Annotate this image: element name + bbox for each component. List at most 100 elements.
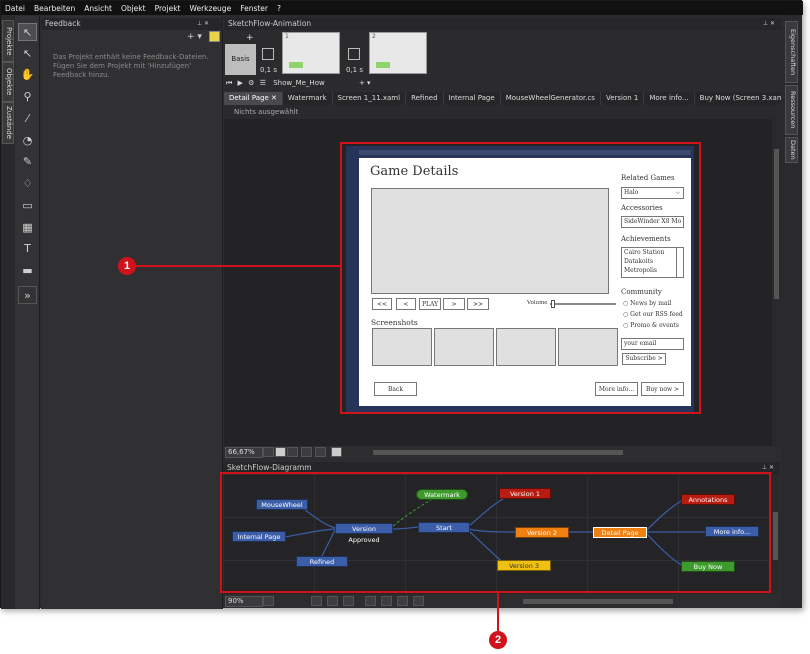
scroll-thumb[interactable] (773, 512, 778, 560)
zoom-field[interactable]: 66,67% (225, 447, 263, 458)
breadcrumb: Nichts ausgewählt (224, 105, 781, 119)
diagram-scrollbar[interactable] (771, 474, 780, 594)
selection-tool-icon[interactable]: ↖ (18, 23, 37, 41)
eyedropper-tool-icon[interactable]: ⁄ (18, 110, 37, 128)
menu-bar: Datei Bearbeiten Ansicht Objekt Projekt … (1, 1, 803, 15)
tab-internal-page[interactable]: Internal Page (444, 92, 501, 105)
pin-icon[interactable]: ⊥ ✕ (197, 18, 209, 30)
horizontal-scrollbar[interactable] (373, 450, 623, 455)
scroll-thumb[interactable] (774, 149, 779, 299)
animation-title: SketchFlow-Animation (228, 19, 312, 28)
pen-tool-icon[interactable]: ♢ (18, 175, 37, 193)
menu-fenster[interactable]: Fenster (240, 4, 268, 13)
tab-buy-now[interactable]: Buy Now (Screen 3.xaml) (695, 92, 795, 105)
tab-projekte[interactable]: Projekte (2, 20, 14, 62)
zoom-dropdown-icon[interactable] (263, 596, 274, 606)
pin-icon[interactable]: ⊥ ✕ (763, 18, 775, 30)
callout-line-1 (132, 265, 341, 267)
zoom-tool-icon[interactable]: ⚲ (18, 88, 37, 106)
tab-more-info[interactable]: More info... (644, 92, 695, 105)
snap-grid-icon[interactable] (301, 447, 312, 457)
pencil-tool-icon[interactable]: ✎ (18, 153, 37, 171)
diagram-toolbar: 90% (223, 595, 780, 608)
menu-objekt[interactable]: Objekt (121, 4, 146, 13)
zoom-dropdown-icon[interactable] (263, 447, 274, 457)
left-panel-tabs: Projekte Objekte Zustände (1, 16, 15, 609)
tab-ressourcen[interactable]: Ressourcen (785, 85, 798, 135)
grid-icon[interactable] (287, 447, 298, 457)
menu-help[interactable]: ? (277, 4, 281, 13)
new-component-icon[interactable] (327, 596, 338, 606)
canvas-scrollbar[interactable] (772, 119, 781, 447)
new-screen-icon[interactable] (311, 596, 322, 606)
menu-datei[interactable]: Datei (5, 4, 25, 13)
paint-bucket-tool-icon[interactable]: ◔ (18, 132, 37, 150)
duration-2[interactable]: 0,1 s (346, 66, 363, 74)
tab-daten[interactable]: Daten (785, 137, 798, 163)
grid-icon[interactable] (413, 596, 424, 606)
horizontal-scrollbar[interactable] (523, 599, 673, 604)
pan-tool-icon[interactable]: ✋ (18, 66, 37, 84)
canvas-zoom-bar: 66,67% (223, 446, 780, 459)
tab-watermark[interactable]: Watermark (283, 92, 333, 105)
diagram-zoom-field[interactable]: 90% (225, 596, 263, 607)
add-animation-button[interactable]: + ▾ (359, 79, 371, 87)
grid-layout-tool-icon[interactable]: ▦ (18, 219, 37, 237)
feedback-empty-message: Das Projekt enthält keine Feedback-Datei… (53, 53, 209, 79)
basis-frame[interactable]: Basis (225, 44, 256, 75)
tab-screen-1-11[interactable]: Screen 1_11.xaml (333, 92, 407, 105)
feedback-panel: Feedback ⊥ ✕ + ▾ Das Projekt enthält kei… (41, 16, 223, 609)
play-icon[interactable]: ▶ (238, 79, 243, 87)
document-tabs: Detail Page ✕ Watermark Screen 1_11.xaml… (224, 92, 795, 105)
callout-2: 2 (489, 631, 507, 649)
text-tool-icon[interactable]: T (18, 240, 37, 258)
duration-1[interactable]: 0,1 s (260, 66, 277, 74)
add-frame-icon[interactable]: + (246, 33, 254, 43)
easing-icon[interactable] (348, 48, 360, 60)
sketchflow-animation-panel: SketchFlow-Animation ⊥ ✕ + Basis 0,1 s 1… (224, 16, 781, 91)
snap-lines-icon[interactable] (315, 447, 326, 457)
add-feedback-button[interactable]: + ▾ (187, 32, 202, 42)
visual-tag-icon[interactable] (397, 596, 408, 606)
tab-eigenschaften[interactable]: Eigenschaften (785, 21, 798, 83)
callout-1: 1 (118, 257, 136, 275)
connect-icon[interactable] (343, 596, 354, 606)
animation-controls: ⏮ ▶ ⚙ ☰ Show_Me_How + ▾ (226, 79, 783, 90)
menu-bearbeiten[interactable]: Bearbeiten (34, 4, 75, 13)
list-icon[interactable]: ☰ (260, 79, 266, 87)
right-panel-tabs: Eigenschaften Ressourcen Daten (781, 15, 802, 608)
direct-selection-tool-icon[interactable]: ↖ (18, 45, 37, 63)
navigate-icon[interactable] (365, 596, 376, 606)
easing-icon[interactable] (262, 48, 274, 60)
tab-objekte[interactable]: Objekte (2, 62, 14, 102)
toolbox: ↖ ↖ ✋ ⚲ ⁄ ◔ ✎ ♢ ▭ ▦ T ▬ » (15, 16, 40, 609)
feedback-title: Feedback (45, 19, 81, 28)
control-tool-icon[interactable]: ▬ (18, 262, 37, 280)
animation-header: SketchFlow-Animation ⊥ ✕ (224, 18, 781, 30)
diagram-title: SketchFlow-Diagramm (227, 463, 312, 472)
menu-ansicht[interactable]: Ansicht (84, 4, 112, 13)
rectangle-tool-icon[interactable]: ▭ (18, 197, 37, 215)
lightbulb-icon[interactable] (209, 31, 220, 42)
assets-expand-icon[interactable]: » (18, 286, 37, 304)
layout-icon[interactable] (381, 596, 392, 606)
menu-projekt[interactable]: Projekt (155, 4, 181, 13)
callout-line-2 (497, 593, 499, 633)
tab-refined[interactable]: Refined (406, 92, 444, 105)
highlight-sketch (340, 142, 701, 414)
highlight-diagram (220, 472, 771, 593)
animation-frame-1[interactable]: 1 (282, 32, 340, 74)
tab-zustaende[interactable]: Zustände (2, 102, 14, 144)
animation-frame-2[interactable]: 2 (369, 32, 427, 74)
frame-number: 2 (372, 33, 376, 40)
tab-mousewheelgenerator[interactable]: MouseWheelGenerator.cs (501, 92, 601, 105)
menu-werkzeuge[interactable]: Werkzeuge (189, 4, 231, 13)
annotations-icon[interactable] (331, 447, 342, 457)
feedback-header: Feedback ⊥ ✕ (41, 18, 223, 30)
settings-icon[interactable]: ⚙ (248, 79, 254, 87)
animation-name[interactable]: Show_Me_How (273, 79, 325, 87)
sketch-style-icon[interactable] (275, 447, 286, 457)
tab-version-1[interactable]: Version 1 (601, 92, 645, 105)
rewind-icon[interactable]: ⏮ (226, 79, 232, 87)
tab-detail-page[interactable]: Detail Page ✕ (224, 92, 283, 105)
